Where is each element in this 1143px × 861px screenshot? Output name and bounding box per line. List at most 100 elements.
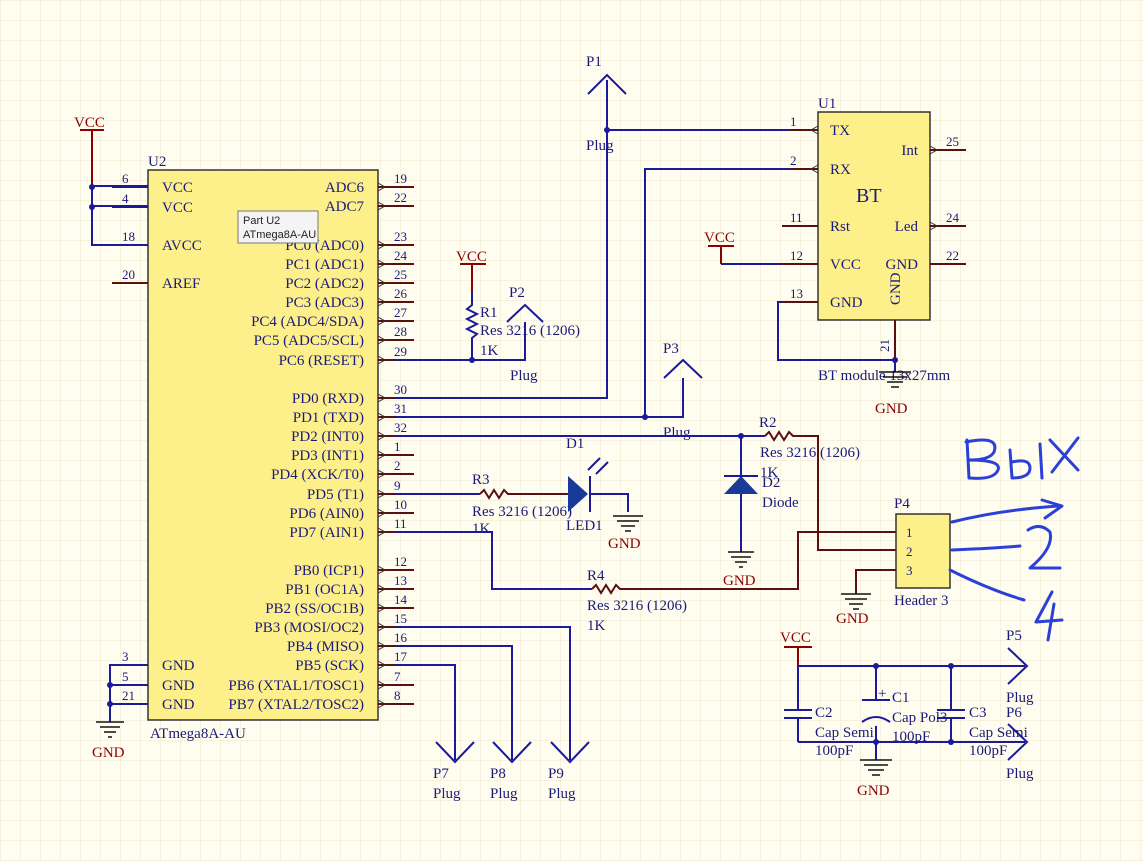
u1-comment: BT module 13x27mm bbox=[818, 368, 951, 384]
u2-left-pin-name: VCC bbox=[162, 200, 193, 216]
p4-pin-2: 2 bbox=[906, 544, 913, 559]
u1-right-pin-name: Int bbox=[901, 143, 918, 159]
r4-type: Res 3216 (1206) bbox=[587, 598, 687, 614]
u2-right-pin-name: PB6 (XTAL1/TOSC1) bbox=[228, 678, 364, 694]
u2-right-pin-num: 10 bbox=[394, 497, 407, 512]
c1-plus: + bbox=[878, 686, 886, 702]
u2-right-pin-name: PD3 (INT1) bbox=[291, 448, 364, 464]
c3-value: 100pF bbox=[969, 743, 1007, 759]
u2-right-pin-num: 25 bbox=[394, 267, 407, 282]
u2-right-pin-name: PB4 (MISO) bbox=[287, 639, 364, 655]
c2-value: 100pF bbox=[815, 743, 853, 759]
part-tooltip: Part U2 ATmega8A-AU bbox=[237, 210, 319, 244]
u2-right-pin-name: ADC6 bbox=[325, 180, 365, 196]
led-name: LED1 bbox=[566, 518, 603, 534]
u2-right-pin-num: 12 bbox=[394, 554, 407, 569]
u1-right-pin-num: 22 bbox=[946, 248, 959, 263]
u1-right-pin-num: 24 bbox=[946, 210, 960, 225]
r1-ref: R1 bbox=[480, 305, 498, 321]
u2-right-pin-name: PB1 (OC1A) bbox=[285, 582, 364, 598]
p7-ref: P7 bbox=[433, 766, 449, 782]
u1-left-pin-name: RX bbox=[830, 162, 851, 178]
u2-right-pin-num: 8 bbox=[394, 688, 401, 703]
u1-left-pin-name: GND bbox=[830, 295, 863, 311]
u2-right-pin-name: PB7 (XTAL2/TOSC2) bbox=[228, 697, 364, 713]
gnd-label-bt: GND bbox=[875, 401, 908, 417]
p4-pin-1: 1 bbox=[906, 525, 913, 540]
u2-right-pin-name: PD6 (AIN0) bbox=[289, 506, 364, 522]
schematic-canvas: U2 ATmega8A-AU 6VCC4VCC18AVCC20AREF3GND5… bbox=[0, 0, 1143, 861]
u2-right-pin-num: 7 bbox=[394, 669, 401, 684]
gnd-label-caps: GND bbox=[857, 783, 890, 799]
u2-left-pin-num: 3 bbox=[122, 649, 129, 664]
u2-right-pin-num: 24 bbox=[394, 248, 408, 263]
u2-right-pin-name: PD5 (T1) bbox=[307, 487, 364, 503]
p1-ref: P1 bbox=[586, 54, 602, 70]
u2-right-pin-name: PD4 (XCK/T0) bbox=[271, 467, 364, 483]
u1-bottom-pin-name: GND bbox=[888, 272, 904, 305]
u2-right-pin-num: 23 bbox=[394, 229, 407, 244]
p6-ref: P6 bbox=[1006, 705, 1022, 721]
u2-right-pin-name: PB2 (SS/OC1B) bbox=[265, 601, 364, 617]
u1-right-pin-num: 25 bbox=[946, 134, 959, 149]
u1-left-pin-name: Rst bbox=[830, 219, 851, 235]
r1-value: 1K bbox=[480, 343, 499, 359]
u2-right-pin-name: PD2 (INT0) bbox=[291, 429, 364, 445]
u2-left-pin-num: 5 bbox=[122, 669, 129, 684]
c1-ref: C1 bbox=[892, 690, 910, 706]
p6-type: Plug bbox=[1006, 766, 1034, 782]
u2-right-pin-name: PC6 (RESET) bbox=[279, 353, 364, 369]
c3-ref: C3 bbox=[969, 705, 987, 721]
u2-right-pin-name: PC5 (ADC5/SCL) bbox=[254, 333, 364, 349]
d2-name: Diode bbox=[762, 495, 799, 511]
c3-type: Cap Semi bbox=[969, 725, 1028, 741]
u2-right-pin-num: 16 bbox=[394, 630, 408, 645]
p7-type: Plug bbox=[433, 786, 461, 802]
u2-right-pin-num: 31 bbox=[394, 401, 407, 416]
u2-right-pin-name: PC1 (ADC1) bbox=[285, 257, 364, 273]
u2-right-pin-num: 22 bbox=[394, 190, 407, 205]
u2-right-pin-name: PD0 (RXD) bbox=[292, 391, 364, 407]
u1-left-pin-name: TX bbox=[830, 123, 850, 139]
u2-right-pin-num: 13 bbox=[394, 573, 407, 588]
u2-right-pin-name: PC4 (ADC4/SDA) bbox=[251, 314, 364, 330]
p5-type: Plug bbox=[1006, 690, 1034, 706]
c2-type: Cap Semi bbox=[815, 725, 874, 741]
u2-right-pin-num: 2 bbox=[394, 458, 401, 473]
u1-right-pin-name: GND bbox=[886, 257, 919, 273]
c1-type: Cap Pol3 bbox=[892, 710, 947, 726]
u2-right-pin-name: PD7 (AIN1) bbox=[289, 525, 364, 541]
u1-bottom-pin-num: 21 bbox=[877, 339, 892, 352]
u2-left-pin-num: 21 bbox=[122, 688, 135, 703]
u1-left-pin-num: 11 bbox=[790, 210, 803, 225]
r2-ref: R2 bbox=[759, 415, 777, 431]
r3-value: 1K bbox=[472, 521, 491, 537]
p1-type: Plug bbox=[586, 138, 614, 154]
u2-name: ATmega8A-AU bbox=[150, 726, 246, 742]
p3-ref: P3 bbox=[663, 341, 679, 357]
p8-type: Plug bbox=[490, 786, 518, 802]
gnd-label-led: GND bbox=[608, 536, 641, 552]
p8-ref: P8 bbox=[490, 766, 506, 782]
tooltip-line2: ATmega8A-AU bbox=[243, 229, 316, 241]
u2-right-pin-num: 11 bbox=[394, 516, 407, 531]
u2-right-pin-num: 19 bbox=[394, 171, 407, 186]
c2-ref: C2 bbox=[815, 705, 833, 721]
r4-ref: R4 bbox=[587, 568, 605, 584]
gnd-label-p4: GND bbox=[836, 611, 869, 627]
vcc-label-bt: VCC bbox=[704, 230, 735, 246]
u1-left-pin-num: 1 bbox=[790, 114, 797, 129]
u1-right-pin-name: Led bbox=[895, 219, 919, 235]
u2-right-pin-num: 17 bbox=[394, 649, 408, 664]
tooltip-line1: Part U2 bbox=[243, 215, 280, 227]
u2-right-pin-num: 1 bbox=[394, 439, 401, 454]
gnd-label-d2: GND bbox=[723, 573, 756, 589]
vcc-label-caps: VCC bbox=[780, 630, 811, 646]
r4-value: 1K bbox=[587, 618, 606, 634]
r2-type: Res 3216 (1206) bbox=[760, 445, 860, 461]
u2-left-pin-num: 18 bbox=[122, 229, 135, 244]
u2-right-pin-num: 26 bbox=[394, 286, 408, 301]
p4-pin-3: 3 bbox=[906, 563, 913, 578]
u2-right-pin-name: PB0 (ICP1) bbox=[294, 563, 364, 579]
u2-right-pin-name: PC3 (ADC3) bbox=[285, 295, 364, 311]
